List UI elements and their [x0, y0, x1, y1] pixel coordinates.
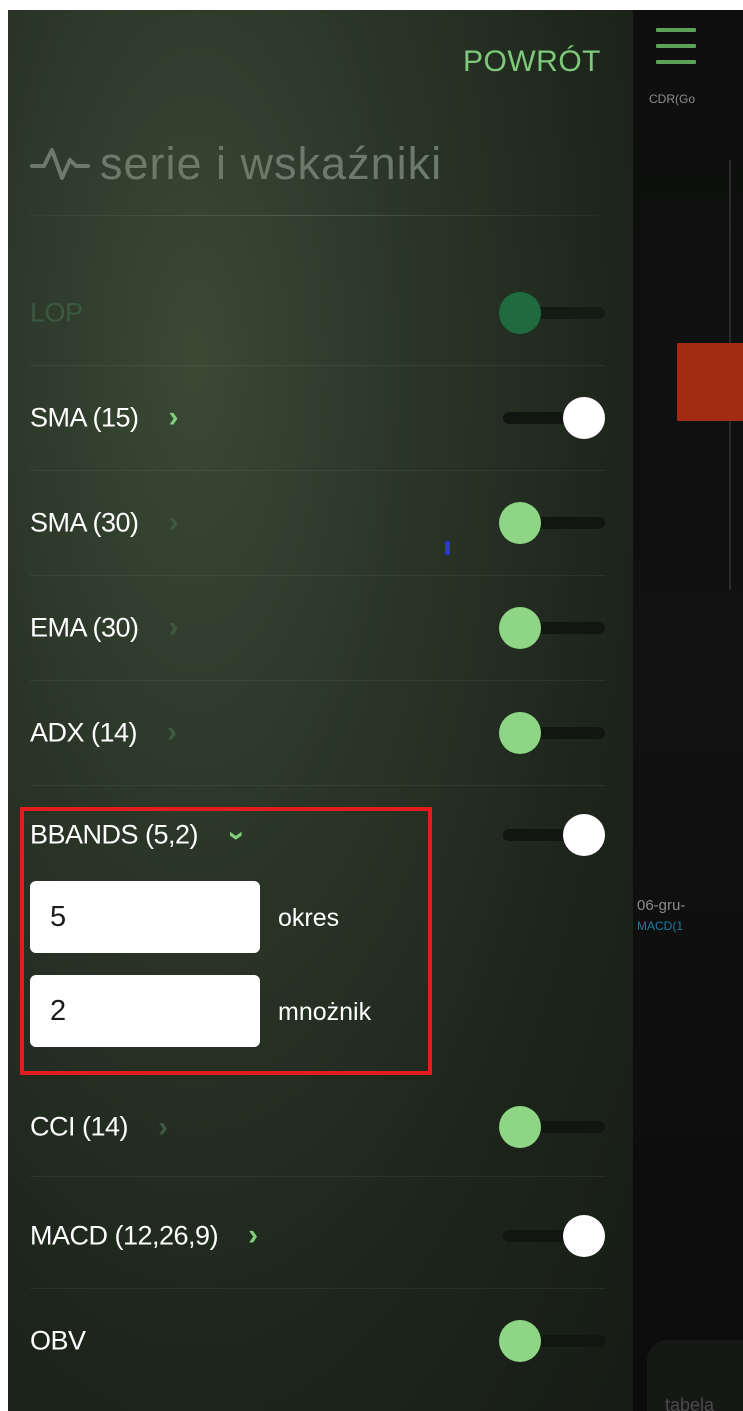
sma-15-toggle[interactable] [495, 396, 605, 440]
highlight-frame [20, 807, 432, 1075]
indicator-row-macd[interactable]: MACD (12,26,9) › [30, 1183, 605, 1289]
cci-14-toggle[interactable] [495, 1105, 605, 1149]
ticker-label: CDR(Go [649, 92, 696, 106]
indicator-label: MACD (12,26,9) › [30, 1218, 258, 1252]
chevron-right-icon[interactable]: › [169, 402, 179, 433]
indicator-label: CCI (14) › [30, 1110, 168, 1143]
indicator-row-ema-30[interactable]: EMA (30) › [30, 575, 605, 681]
indicator-label: LOP [30, 297, 83, 327]
adx-14-toggle[interactable] [495, 711, 605, 755]
indicator-row-adx-14[interactable]: ADX (14) › [30, 680, 605, 786]
date-axis-label: 06-gru- [637, 897, 686, 914]
indicator-row-sma-15[interactable]: SMA (15) › [30, 365, 605, 471]
page-title: serie i wskaźniki [100, 138, 443, 189]
indicator-label: OBV [30, 1325, 86, 1355]
table-tab-label: tabela [665, 1395, 715, 1411]
pulse-icon [30, 148, 90, 180]
indicator-row-sma-30[interactable]: SMA (30) › [30, 470, 605, 576]
hamburger-menu-icon[interactable] [656, 28, 696, 76]
indicator-row-obv[interactable]: OBV [30, 1288, 605, 1393]
indicator-label: SMA (15) › [30, 400, 179, 434]
indicator-label: ADX (14) › [30, 715, 177, 749]
touch-marker [445, 541, 450, 555]
macd-toggle[interactable] [495, 1214, 605, 1258]
lop-toggle[interactable] [495, 291, 605, 335]
indicator-row-lop[interactable]: LOP [30, 260, 605, 366]
chevron-right-icon[interactable]: › [248, 1220, 258, 1251]
title-divider [30, 215, 601, 216]
chevron-right-icon[interactable]: › [158, 1112, 168, 1142]
ema-30-toggle[interactable] [495, 606, 605, 650]
sma-30-toggle[interactable] [495, 501, 605, 545]
panel-header: serie i wskaźniki [30, 138, 442, 190]
macd-series-label: MACD(1 [637, 919, 684, 933]
indicator-label: EMA (30) › [30, 610, 179, 644]
app-screen: POWRÓT serie i wskaźniki LOP SMA (15) › [8, 10, 743, 1411]
indicator-label: SMA (30) › [30, 505, 179, 539]
chevron-right-icon[interactable]: › [167, 717, 177, 748]
indicator-row-cci-14[interactable]: CCI (14) › [30, 1078, 605, 1177]
chevron-right-icon[interactable]: › [169, 612, 179, 643]
indicators-panel: POWRÓT serie i wskaźniki LOP SMA (15) › [8, 10, 633, 1411]
candlestick [677, 343, 743, 421]
obv-toggle[interactable] [495, 1319, 605, 1363]
chart-area: CDR(Go 06-gru- MACD(1 tabela [633, 10, 743, 1411]
back-button[interactable]: POWRÓT [463, 45, 601, 79]
chevron-right-icon[interactable]: › [169, 507, 179, 538]
bbands-toggle[interactable] [495, 813, 605, 857]
